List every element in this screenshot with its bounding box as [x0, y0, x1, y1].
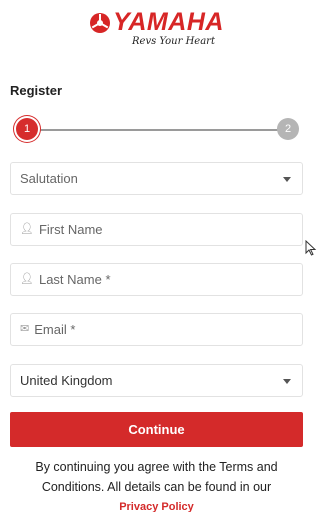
chevron-down-icon: [283, 177, 291, 182]
brand-name: YAMAHA: [113, 8, 224, 36]
continue-button[interactable]: Continue: [10, 412, 303, 447]
privacy-policy-link[interactable]: Privacy Policy: [10, 497, 303, 512]
progress-stepper: 1 2: [10, 118, 303, 142]
email-field[interactable]: ✉︎ Email *: [10, 313, 303, 346]
person-icon: 👤︎: [20, 273, 34, 285]
terms-text: By continuing you agree with the Terms a…: [35, 460, 278, 494]
tuning-fork-emblem-icon: [90, 12, 111, 33]
envelope-icon: ✉︎: [20, 323, 30, 335]
brand-tagline: Revs Your Heart: [132, 35, 215, 47]
person-icon: 👤︎: [20, 223, 34, 235]
mouse-cursor-icon: [305, 240, 317, 256]
email-placeholder: Email *: [34, 322, 76, 337]
chevron-down-icon: [283, 379, 291, 384]
salutation-select[interactable]: Salutation: [10, 162, 303, 195]
first-name-placeholder: First Name: [38, 222, 103, 237]
step-2-indicator: 2: [277, 118, 299, 140]
step-1-indicator: 1: [16, 118, 38, 140]
yamaha-logo: YAMAHA Revs Your Heart: [0, 8, 313, 56]
page-title: Register: [10, 83, 63, 98]
salutation-placeholder: Salutation: [20, 171, 78, 186]
last-name-field[interactable]: 👤︎ Last Name *: [10, 263, 303, 296]
last-name-placeholder: Last Name *: [38, 272, 111, 287]
country-value: United Kingdom: [20, 373, 113, 388]
terms-notice: By continuing you agree with the Terms a…: [10, 457, 303, 512]
country-select[interactable]: United Kingdom: [10, 364, 303, 397]
stepper-line: [32, 129, 281, 131]
first-name-field[interactable]: 👤︎ First Name: [10, 213, 303, 246]
